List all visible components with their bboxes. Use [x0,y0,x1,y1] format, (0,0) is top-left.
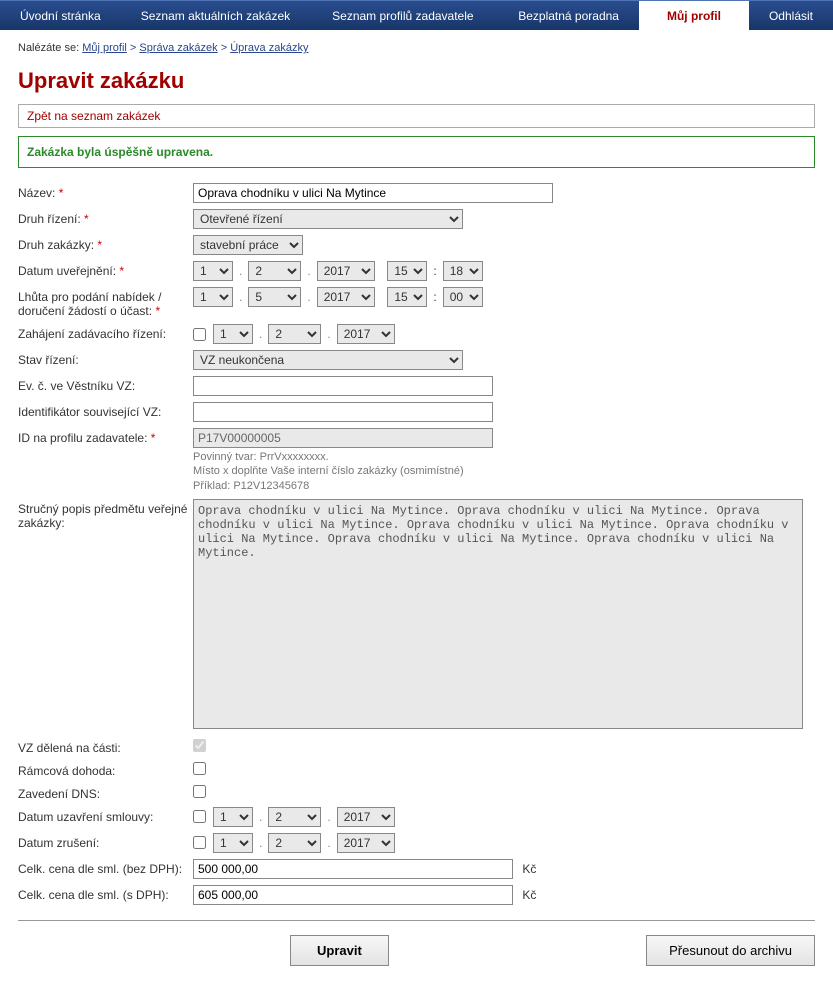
datum-uverejneni-min[interactable]: 18 [443,261,483,281]
cena-s-input[interactable] [193,885,513,905]
datum-smlouvy-month[interactable]: 2 [268,807,321,827]
label-datum-smlouvy: Datum uzavření smlouvy: [18,807,193,824]
nazev-input[interactable] [193,183,553,203]
label-vz-delena: VZ dělená na části: [18,738,193,755]
submit-button[interactable]: Upravit [290,935,389,966]
label-datum-zruseni: Datum zrušení: [18,833,193,850]
currency-label: Kč [522,888,536,902]
label-stav: Stav řízení: [18,350,193,367]
breadcrumb-link-1[interactable]: Správa zakázek [139,42,217,54]
nav-home[interactable]: Úvodní stránka [0,1,121,31]
lhuta-year[interactable]: 2017 [317,287,375,307]
currency-label: Kč [522,862,536,876]
lhuta-day[interactable]: 1 [193,287,233,307]
lhuta-min[interactable]: 00 [443,287,483,307]
label-ramcova: Rámcová dohoda: [18,761,193,778]
backlink[interactable]: Zpět na seznam zakázek [27,109,160,123]
stav-select[interactable]: VZ neukončena [193,350,463,370]
breadcrumb: Nalézáte se: Můj profil > Správa zakázek… [18,42,815,54]
breadcrumb-sep: > [221,42,230,54]
breadcrumb-prefix: Nalézáte se: [18,42,79,54]
label-druh-zakazky: Druh zakázky: * [18,235,193,252]
breadcrumb-link-0[interactable]: Můj profil [82,42,127,54]
datum-uverejneni-hour[interactable]: 15 [387,261,427,281]
datum-smlouvy-enable-checkbox[interactable] [193,810,206,823]
zavedeni-dns-checkbox[interactable] [193,785,206,798]
separator [18,920,815,921]
datum-zruseni-year[interactable]: 2017 [337,833,395,853]
label-id-profil: ID na profilu zadavatele: * [18,428,193,445]
label-cena-bez: Celk. cena dle sml. (bez DPH): [18,859,193,876]
datum-uverejneni-day[interactable]: 1 [193,261,233,281]
druh-zakazky-select[interactable]: stavební práce [193,235,303,255]
vz-delena-checkbox [193,739,206,752]
label-datum-uverejneni: Datum uveřejnění: * [18,261,193,278]
zahajeni-month[interactable]: 2 [268,324,321,344]
datum-smlouvy-year[interactable]: 2017 [337,807,395,827]
label-lhuta: Lhůta pro podání nabídek / doručení žádo… [18,287,193,318]
datum-uverejneni-month[interactable]: 2 [248,261,301,281]
zahajeni-day[interactable]: 1 [213,324,253,344]
ev-c-input[interactable] [193,376,493,396]
datum-zruseni-day[interactable]: 1 [213,833,253,853]
label-cena-s: Celk. cena dle sml. (s DPH): [18,885,193,902]
archive-button[interactable]: Přesunout do archivu [646,935,815,966]
id-profil-help: Povinný tvar: PrrVxxxxxxxx. Místo x dopl… [193,450,815,493]
ramcova-checkbox[interactable] [193,762,206,775]
id-profil-input [193,428,493,448]
nav-muj-profil[interactable]: Můj profil [639,1,749,31]
breadcrumb-sep: > [130,42,139,54]
nav-odhlasit[interactable]: Odhlásit [749,1,833,31]
datum-zruseni-month[interactable]: 2 [268,833,321,853]
nav-zakazky[interactable]: Seznam aktuálních zakázek [121,1,310,31]
label-zahajeni: Zahájení zadávacího řízení: [18,324,193,341]
backlink-container: Zpět na seznam zakázek [18,104,815,128]
identifikator-input[interactable] [193,402,493,422]
lhuta-hour[interactable]: 15 [387,287,427,307]
cena-bez-input[interactable] [193,859,513,879]
label-popis: Stručný popis předmětu veřejné zakázky: [18,499,193,530]
datum-zruseni-enable-checkbox[interactable] [193,836,206,849]
breadcrumb-link-2[interactable]: Úprava zakázky [230,42,308,54]
top-nav: Úvodní stránka Seznam aktuálních zakázek… [0,0,833,30]
datum-uverejneni-year[interactable]: 2017 [317,261,375,281]
label-ev-c: Ev. č. ve Věstníku VZ: [18,376,193,393]
lhuta-month[interactable]: 5 [248,287,301,307]
nav-profily[interactable]: Seznam profilů zadavatele [312,1,493,31]
label-druh-rizeni: Druh řízení: * [18,209,193,226]
label-identifikator: Identifikátor související VZ: [18,402,193,419]
datum-smlouvy-day[interactable]: 1 [213,807,253,827]
label-zavedeni-dns: Zavedení DNS: [18,784,193,801]
druh-rizeni-select[interactable]: Otevřené řízení [193,209,463,229]
success-message: Zakázka byla úspěšně upravena. [18,136,815,168]
popis-textarea[interactable] [193,499,803,729]
page-title: Upravit zakázku [18,68,815,94]
zahajeni-year[interactable]: 2017 [337,324,395,344]
zahajeni-enable-checkbox[interactable] [193,328,206,341]
label-nazev: Název: * [18,183,193,200]
nav-poradna[interactable]: Bezplatná poradna [498,1,639,31]
